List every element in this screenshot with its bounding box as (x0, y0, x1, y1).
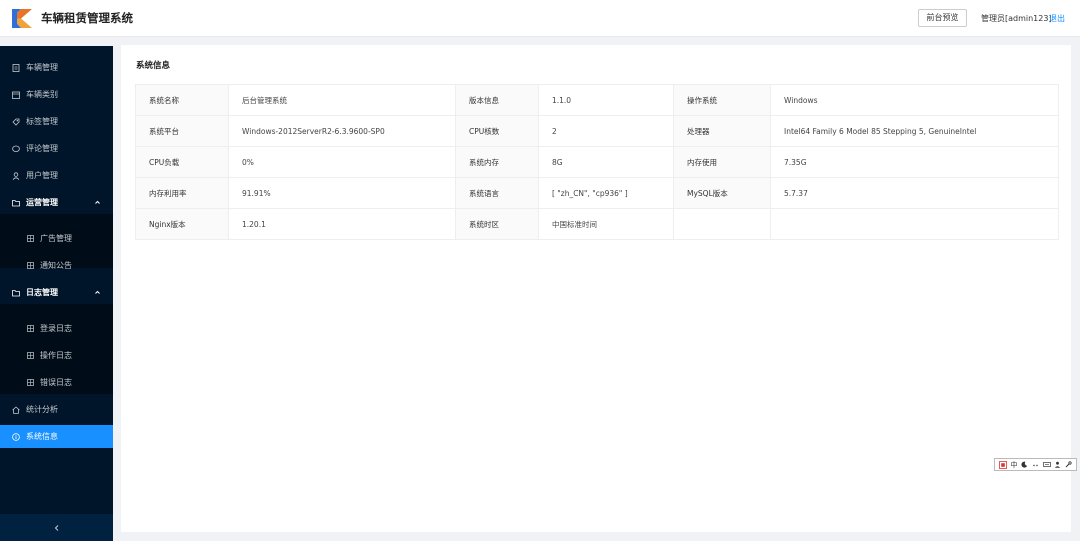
sidebar-item-label: 广告管理 (40, 234, 72, 243)
grid-icon (27, 325, 34, 332)
document-icon (12, 63, 20, 72)
grid-icon (27, 379, 34, 386)
info-value: 5.7.37 (770, 177, 1059, 209)
sidebar-item-ads[interactable]: 广告管理 (0, 227, 113, 250)
system-info-table: 系统名称 后台管理系统 版本信息 1.1.0 操作系统 Windows 系统平台… (135, 84, 1059, 240)
sidebar-item-label: 登录日志 (40, 324, 72, 333)
sidebar-item-comments[interactable]: 评论管理 (0, 137, 113, 160)
sidebar-item-statistics[interactable]: 统计分析 (0, 398, 113, 421)
ime-mode-label[interactable]: 中 (1011, 460, 1018, 470)
info-value: Windows (770, 84, 1059, 116)
table-row: 系统平台 Windows-2012ServerR2-6.3.9600-SP0 C… (135, 115, 1059, 147)
info-empty-cell (770, 208, 1059, 240)
app-logo (12, 9, 32, 28)
info-empty-cell (673, 208, 771, 240)
frontend-preview-button[interactable]: 前台预览 (918, 9, 967, 27)
chevron-up-icon (95, 200, 100, 204)
info-label: 系统语言 (455, 177, 539, 209)
info-value: Intel64 Family 6 Model 85 Stepping 5, Ge… (770, 115, 1059, 147)
info-label: 内存利用率 (135, 177, 229, 209)
panel-title: 系统信息 (136, 61, 171, 71)
moon-icon[interactable] (1021, 461, 1028, 468)
table-row: Nginx版本 1.20.1 系统时区 中国标准时间 (135, 208, 1059, 240)
info-label: 处理器 (673, 115, 771, 147)
table-row: CPU负载 0% 系统内存 8G 内存使用 7.35G (135, 146, 1059, 178)
app-title: 车辆租赁管理系统 (41, 11, 133, 25)
user-icon[interactable] (1054, 461, 1061, 468)
ime-logo-icon (998, 460, 1007, 469)
comment-icon (12, 145, 20, 152)
info-label: CPU负载 (135, 146, 229, 178)
info-value: 1.1.0 (538, 84, 674, 116)
grid-icon (27, 352, 34, 359)
sidebar-item-operation-logs[interactable]: 操作日志 (0, 344, 113, 367)
sidebar-item-label: 评论管理 (26, 144, 58, 153)
info-value: 8G (538, 146, 674, 178)
info-label: 系统内存 (455, 146, 539, 178)
tag-icon (12, 118, 20, 126)
sidebar-group-label: 运营管理 (26, 198, 58, 207)
info-label: 系统平台 (135, 115, 229, 147)
info-value: [ "zh_CN", "cp936" ] (538, 177, 674, 209)
sidebar-group-label: 日志管理 (26, 288, 58, 297)
sidebar-item-label: 车辆类别 (26, 90, 58, 99)
sidebar-item-notices[interactable]: 通知公告 (0, 254, 113, 277)
info-label: 系统名称 (135, 84, 229, 116)
sidebar-item-login-logs[interactable]: 登录日志 (0, 317, 113, 340)
info-icon (12, 432, 20, 441)
info-label: 操作系统 (673, 84, 771, 116)
info-label: 内存使用 (673, 146, 771, 178)
sidebar-item-users[interactable]: 用户管理 (0, 164, 113, 187)
info-label: 版本信息 (455, 84, 539, 116)
system-info-panel: 系统信息 系统名称 后台管理系统 版本信息 1.1.0 操作系统 Windows… (121, 45, 1071, 532)
info-label: 系统时区 (455, 208, 539, 240)
sidebar-item-label: 通知公告 (40, 261, 72, 270)
folder-icon (12, 289, 20, 296)
sidebar-item-system-info[interactable]: 系统信息 (0, 425, 113, 448)
info-value: 中国标准时间 (538, 208, 674, 240)
top-header: 车辆租赁管理系统 前台预览 管理员[admin123] 退出 (0, 0, 1080, 37)
info-label: CPU核数 (455, 115, 539, 147)
grid-icon (27, 235, 34, 242)
admin-username: 管理员[admin123] (981, 14, 1052, 23)
info-label: Nginx版本 (135, 208, 229, 240)
sidebar-item-vehicles[interactable]: 车辆管理 (0, 56, 113, 79)
info-label: MySQL版本 (673, 177, 771, 209)
sidebar-item-tags[interactable]: 标签管理 (0, 110, 113, 133)
home-icon (12, 405, 20, 414)
ime-toolbar[interactable]: 中 (994, 458, 1077, 471)
sidebar-item-label: 用户管理 (26, 171, 58, 180)
logout-link[interactable]: 退出 (1049, 13, 1065, 24)
sidebar: 车辆管理 车辆类别 标签管理 评论管理 用户管理 运营管理 广告管理 通知公告 … (0, 46, 113, 541)
punctuation-icon[interactable] (1032, 461, 1039, 468)
info-value: 7.35G (770, 146, 1059, 178)
info-value: 91.91% (228, 177, 456, 209)
sidebar-collapse-button[interactable] (0, 514, 113, 541)
keyboard-icon[interactable] (1042, 461, 1051, 468)
chevron-left-icon (54, 524, 58, 531)
table-row: 内存利用率 91.91% 系统语言 [ "zh_CN", "cp936" ] M… (135, 177, 1059, 209)
info-value: 1.20.1 (228, 208, 456, 240)
info-value: Windows-2012ServerR2-6.3.9600-SP0 (228, 115, 456, 147)
table-row: 系统名称 后台管理系统 版本信息 1.1.0 操作系统 Windows (135, 84, 1059, 116)
sidebar-item-label: 标签管理 (26, 117, 58, 126)
sidebar-item-label: 统计分析 (26, 405, 58, 414)
sidebar-item-vehicle-categories[interactable]: 车辆类别 (0, 83, 113, 106)
sidebar-item-error-logs[interactable]: 错误日志 (0, 371, 113, 394)
calendar-icon (12, 91, 20, 99)
sidebar-item-label: 系统信息 (26, 432, 58, 441)
sidebar-item-label: 错误日志 (40, 378, 72, 387)
wrench-icon[interactable] (1065, 461, 1072, 468)
user-icon (12, 171, 20, 180)
folder-icon (12, 199, 20, 206)
sidebar-group-operations[interactable]: 运营管理 (0, 191, 113, 214)
grid-icon (27, 262, 34, 269)
sidebar-group-logs[interactable]: 日志管理 (0, 281, 113, 304)
info-value: 后台管理系统 (228, 84, 456, 116)
sidebar-item-label: 车辆管理 (26, 63, 58, 72)
sidebar-item-label: 操作日志 (40, 351, 72, 360)
chevron-up-icon (95, 290, 100, 294)
info-value: 0% (228, 146, 456, 178)
info-value: 2 (538, 115, 674, 147)
